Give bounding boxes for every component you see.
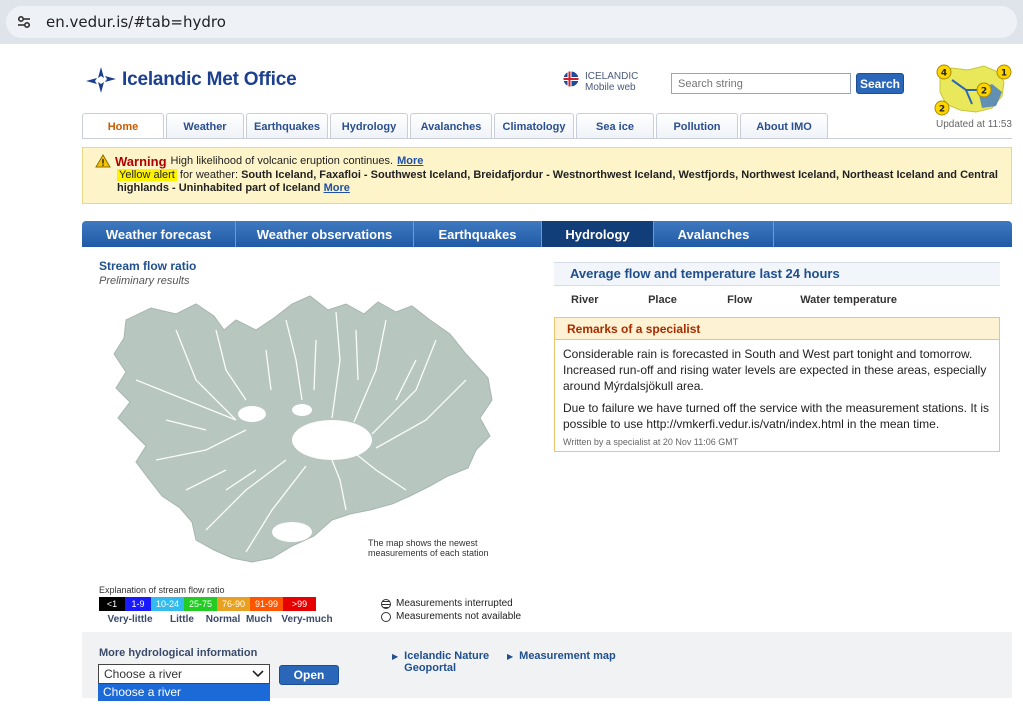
yellow-alert-tag: Yellow alert [117,169,177,181]
legend-76-90: 76-90 [217,597,250,611]
browser-toolbar: en.vedur.is/#tab=hydro [0,0,1023,44]
subtab-weather-forecast[interactable]: Weather forecast [82,221,236,247]
average-flow-title: Average flow and temperature last 24 hou… [554,262,1000,286]
legend-gt99: >99 [283,597,316,611]
legend-title: Explanation of stream flow ratio [99,585,225,595]
map-note: The map shows the newest measurements of… [368,538,489,558]
open-button[interactable]: Open [279,665,339,685]
alert-areas: South Iceland, Faxafloi - Southwest Icel… [117,169,998,194]
remarks-footer: Written by a specialist at 20 Nov 11:06 … [563,437,739,447]
more-hydro-title: More hydrological information [99,647,258,659]
col-flow: Flow [727,294,753,306]
legend-word-little: Little [170,614,194,625]
section-tabs: Weather forecast Weather observations Ea… [82,221,1012,247]
interrupted-label: Measurements interrupted [396,598,513,609]
stream-flow-title: Stream flow ratio [99,259,197,273]
mobile-web-link[interactable]: Mobile web [585,82,638,93]
legend-91-99: 91-99 [250,597,283,611]
legend-1-9: 1-9 [125,597,151,611]
iceland-stream-map[interactable] [96,290,496,570]
logo-text: Icelandic Met Office [122,69,297,90]
subtab-avalanches[interactable]: Avalanches [654,221,774,247]
imo-logo-icon [86,67,116,93]
search-button[interactable]: Search [856,73,904,94]
language-label[interactable]: ICELANDIC [585,71,638,82]
not-available-icon [381,611,391,622]
alert-more-link[interactable]: More [324,182,350,194]
legend-bar: <1 1-9 10-24 25-75 76-90 91-99 >99 [99,597,316,611]
remarks-box: Remarks of a specialist Considerable rai… [554,317,1000,452]
updated-time: Updated at 11:53 [936,119,1012,130]
subtab-hydrology[interactable]: Hydrology [542,221,654,247]
col-river: River [571,294,599,306]
site-settings-icon[interactable] [8,6,40,38]
nav-pollution[interactable]: Pollution [656,113,738,139]
map-badge-1: 1 [1001,69,1007,79]
imo-logo[interactable]: Icelandic Met Office [84,65,297,95]
legend-word-very-much: Very-much [281,614,333,625]
col-water-temperature: Water temperature [800,294,897,306]
legend-word-very-little: Very-little [107,614,153,625]
language-switch[interactable]: ICELANDIC Mobile web [563,71,638,93]
legend-words: Very-little Little Normal Much Very-much [99,614,339,625]
river-dropdown-option[interactable]: Choose a river [98,684,270,701]
chevron-down-icon [252,670,264,678]
triangle-right-icon: ▶ [392,652,399,661]
remarks-paragraph-1: Considerable rain is forecasted in South… [563,347,987,393]
nav-sea-ice[interactable]: Sea ice [576,113,654,139]
remarks-title: Remarks of a specialist [555,318,999,340]
remarks-paragraph-2: Due to failure we have turned off the se… [563,401,989,431]
main-nav: Home Weather Earthquakes Hydrology Avala… [82,113,830,139]
river-select-value: Choose a river [104,667,183,681]
warning-icon [95,154,111,168]
nav-climatology[interactable]: Climatology [494,113,574,139]
iceland-flag-icon [563,71,579,87]
warning-more-link[interactable]: More [397,155,423,168]
subtab-weather-observations[interactable]: Weather observations [236,221,414,247]
triangle-right-icon: ▶ [507,652,514,661]
warning-text: High likelihood of volcanic eruption con… [170,154,394,167]
glacier-myrdalsjokull [272,522,312,542]
glacier-vatnajokull [292,420,372,460]
link-nature-geoportal[interactable]: ▶ Icelandic Nature Geoportal [392,650,492,674]
link-measurement-map-label[interactable]: Measurement map [519,650,616,662]
not-available-label: Measurements not available [396,611,522,622]
nav-earthquakes[interactable]: Earthquakes [246,113,328,139]
nav-hydrology[interactable]: Hydrology [330,113,408,139]
glacier-hofsjokull [292,404,312,416]
warning-title: Warning [115,153,167,169]
legend-25-75: 25-75 [184,597,217,611]
map-badge-4: 4 [941,69,947,79]
interrupted-icon [381,598,391,609]
warning-banner: Warning High likelihood of volcanic erup… [82,147,1012,204]
nav-avalanches[interactable]: Avalanches [410,113,492,139]
nav-about-imo[interactable]: About IMO [740,113,828,139]
warning-map-thumbnail[interactable]: 4 1 2 2 [932,60,1012,118]
legend-10-24: 10-24 [151,597,184,611]
alert-for-text: for weather: [179,169,239,181]
legend-word-much: Much [245,614,273,625]
subtab-earthquakes[interactable]: Earthquakes [414,221,542,247]
glacier-langjokull [238,406,266,422]
nav-home[interactable]: Home [82,113,164,139]
average-flow-header: River Place Flow Water temperature [571,294,897,306]
url-text[interactable]: en.vedur.is/#tab=hydro [46,13,226,31]
search-input[interactable] [671,73,851,94]
map-badge-2a: 2 [981,87,987,97]
nav-weather[interactable]: Weather [166,113,244,139]
legend-word-normal: Normal [205,614,241,625]
legend-keys: Measurements interrupted Measurements no… [381,597,521,623]
link-nature-geoportal-label[interactable]: Icelandic Nature Geoportal [404,650,492,674]
legend-lt1: <1 [99,597,125,611]
col-place: Place [648,294,677,306]
nav-divider [82,138,1012,139]
link-measurement-map[interactable]: ▶ Measurement map [507,650,616,663]
map-badge-2b: 2 [939,105,945,115]
river-select[interactable]: Choose a river [98,664,270,684]
address-bar[interactable]: en.vedur.is/#tab=hydro [6,6,1017,38]
stream-flow-subtitle: Preliminary results [99,275,190,287]
